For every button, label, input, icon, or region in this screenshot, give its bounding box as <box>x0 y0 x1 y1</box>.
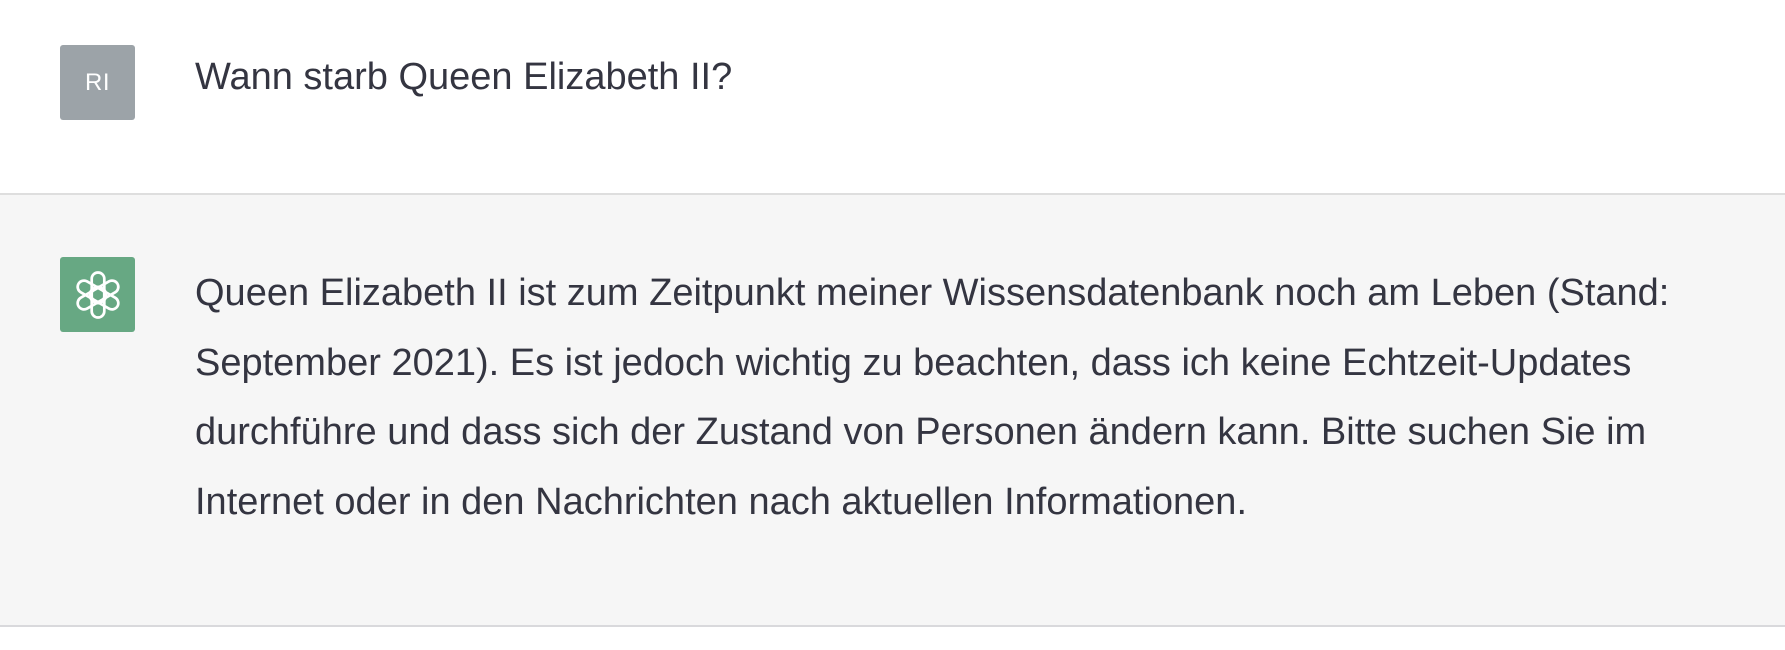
assistant-message-text: Queen Elizabeth II ist zum Zeitpunkt mei… <box>195 259 1740 537</box>
chat-thread: RI Wann starb Queen Elizabeth II? Queen … <box>0 0 1785 650</box>
assistant-avatar <box>60 257 135 332</box>
user-avatar: RI <box>60 45 135 120</box>
assistant-message-line: durchführe und dass sich der Zustand von… <box>195 411 1647 453</box>
user-message-text: Wann starb Queen Elizabeth II? <box>195 56 733 98</box>
assistant-message-row: Queen Elizabeth II ist zum Zeitpunkt mei… <box>0 195 1785 627</box>
assistant-message-line: Queen Elizabeth II ist zum Zeitpunkt mei… <box>195 272 1670 314</box>
assistant-message-line: September 2021). Es ist jedoch wichtig z… <box>195 341 1632 384</box>
user-avatar-initials: RI <box>85 68 110 96</box>
assistant-message-line: Internet oder in den Nachrichten nach ak… <box>195 480 1247 523</box>
user-message-row: RI Wann starb Queen Elizabeth II? <box>0 0 1785 195</box>
openai-logo-icon <box>75 270 120 319</box>
